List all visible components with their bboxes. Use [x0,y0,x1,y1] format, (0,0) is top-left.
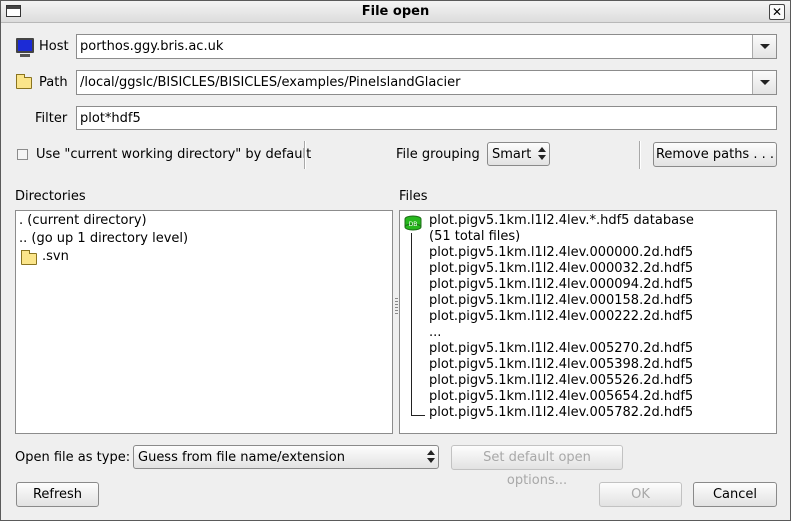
host-label: Host [39,39,69,54]
filter-input[interactable]: plot*hdf5 [76,106,777,130]
file-open-dialog: File open ✕ Host porthos.ggy.bris.ac.uk … [0,0,791,521]
directory-item[interactable]: .. (go up 1 directory level) [19,231,188,246]
open-as-select[interactable]: Guess from file name/extension [133,445,439,469]
file-item[interactable]: plot.pigv5.1km.l1l2.4lev.000032.2d.hdf5 [429,261,693,276]
database-total: (51 total files) [429,229,521,244]
filter-value: plot*hdf5 [80,111,141,126]
database-name[interactable]: plot.pigv5.1km.l1l2.4lev.*.hdf5 database [429,213,694,228]
ok-button[interactable]: OK [599,482,682,507]
host-value: porthos.ggy.bris.ac.uk [80,39,224,54]
file-item[interactable]: plot.pigv5.1km.l1l2.4lev.000094.2d.hdf5 [429,277,693,292]
window-title: File open [361,4,430,19]
splitter-handle[interactable] [395,298,398,314]
path-label: Path [39,75,68,90]
open-as-label: Open file as type: [15,450,131,465]
use-cwd-checkbox[interactable] [17,149,28,160]
database-icon: DB [404,215,422,231]
tree-line [411,415,425,416]
directories-header: Directories [15,189,86,204]
file-grouping-label: File grouping [396,147,480,162]
file-item[interactable]: plot.pigv5.1km.l1l2.4lev.005398.2d.hdf5 [429,357,693,372]
file-item[interactable]: plot.pigv5.1km.l1l2.4lev.005782.2d.hdf5 [429,405,693,420]
host-combo[interactable]: porthos.ggy.bris.ac.uk [76,34,777,59]
path-combo[interactable]: /local/ggslc/BISICLES/BISICLES/examples/… [76,70,777,95]
file-item[interactable]: plot.pigv5.1km.l1l2.4lev.000000.2d.hdf5 [429,245,693,260]
file-item[interactable]: plot.pigv5.1km.l1l2.4lev.005654.2d.hdf5 [429,389,693,404]
separator [304,141,306,169]
chevron-down-icon[interactable] [752,71,776,94]
directory-item[interactable]: .svn [42,249,69,264]
database-icon-label: DB [409,221,418,228]
chevron-down-icon[interactable] [752,35,776,58]
files-list[interactable]: DB plot.pigv5.1km.l1l2.4lev.*.hdf5 datab… [399,210,777,434]
tree-line [411,233,412,416]
directory-item[interactable]: . (current directory) [19,213,147,228]
set-default-options-button[interactable]: Set default open options... [451,445,623,488]
updown-arrows-icon [427,450,435,464]
file-grouping-select[interactable]: Smart [487,142,550,166]
cancel-button[interactable]: Cancel [693,482,777,507]
file-item[interactable]: plot.pigv5.1km.l1l2.4lev.005526.2d.hdf5 [429,373,693,388]
folder-icon [16,74,32,89]
file-item[interactable]: plot.pigv5.1km.l1l2.4lev.000158.2d.hdf5 [429,293,693,308]
file-item[interactable]: plot.pigv5.1km.l1l2.4lev.005270.2d.hdf5 [429,341,693,356]
close-icon[interactable]: ✕ [769,4,785,20]
remove-paths-button[interactable]: Remove paths . . . [653,142,777,167]
updown-arrows-icon [538,147,546,161]
open-as-value: Guess from file name/extension [138,450,345,465]
title-bar: File open ✕ [1,1,790,23]
separator [639,141,641,169]
filter-label: Filter [35,111,68,126]
file-item[interactable]: plot.pigv5.1km.l1l2.4lev.000222.2d.hdf5 [429,309,693,324]
folder-icon [21,250,37,265]
computer-icon [16,38,34,57]
use-cwd-label: Use "current working directory" by defau… [36,147,312,162]
path-value: /local/ggslc/BISICLES/BISICLES/examples/… [80,75,461,90]
refresh-button[interactable]: Refresh [16,482,99,507]
file-grouping-value: Smart [492,147,532,162]
files-header: Files [399,189,428,204]
directories-list[interactable]: . (current directory) .. (go up 1 direct… [15,210,393,434]
file-item[interactable]: ... [429,325,441,340]
